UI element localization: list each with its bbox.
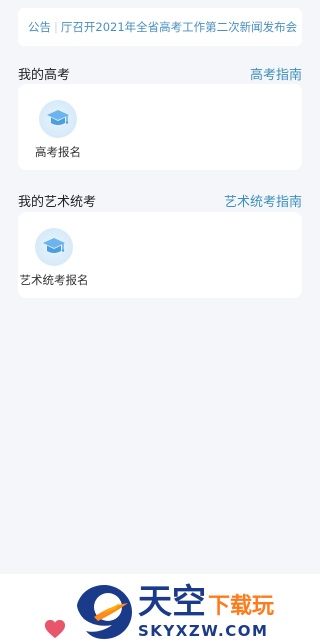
watermark: 天空 下载玩 SKYXZW.COM [74, 582, 320, 642]
art-section-header: 我的艺术统考 艺术统考指南 [18, 191, 302, 210]
graduation-cap-icon [35, 228, 73, 266]
art-section-title: 我的艺术统考 [18, 194, 97, 210]
art-registration-button[interactable]: 艺术统考报名 [14, 228, 94, 288]
art-guide-link[interactable]: 艺术统考指南 [224, 191, 302, 210]
gaokao-registration-button[interactable]: 高考报名 [18, 100, 98, 160]
gaokao-registration-label: 高考报名 [35, 145, 81, 159]
watermark-title: 天空 [138, 581, 206, 622]
gaokao-section-title: 我的高考 [18, 67, 71, 83]
announcement-text[interactable]: 厅召开2021年全省高考工作第二次新闻发布会 [61, 19, 297, 35]
gaokao-card: 高考报名 [18, 84, 302, 170]
gaokao-section-header: 我的高考 高考指南 [18, 64, 302, 83]
watermark-domain: SKYXZW.COM [138, 621, 269, 640]
announcement-bar[interactable]: 公告 | 厅召开2021年全省高考工作第二次新闻发布会 [18, 8, 302, 46]
art-registration-label: 艺术统考报名 [19, 273, 89, 287]
gaokao-guide-link[interactable]: 高考指南 [250, 64, 302, 83]
announcement-prefix: 公告 [28, 20, 51, 34]
watermark-logo [77, 585, 132, 639]
heart-icon[interactable] [44, 618, 66, 640]
graduation-cap-icon [39, 100, 77, 138]
announcement-separator: | [54, 20, 58, 34]
art-card: 艺术统考报名 [18, 212, 302, 298]
watermark-subtitle: 下载玩 [208, 593, 275, 619]
